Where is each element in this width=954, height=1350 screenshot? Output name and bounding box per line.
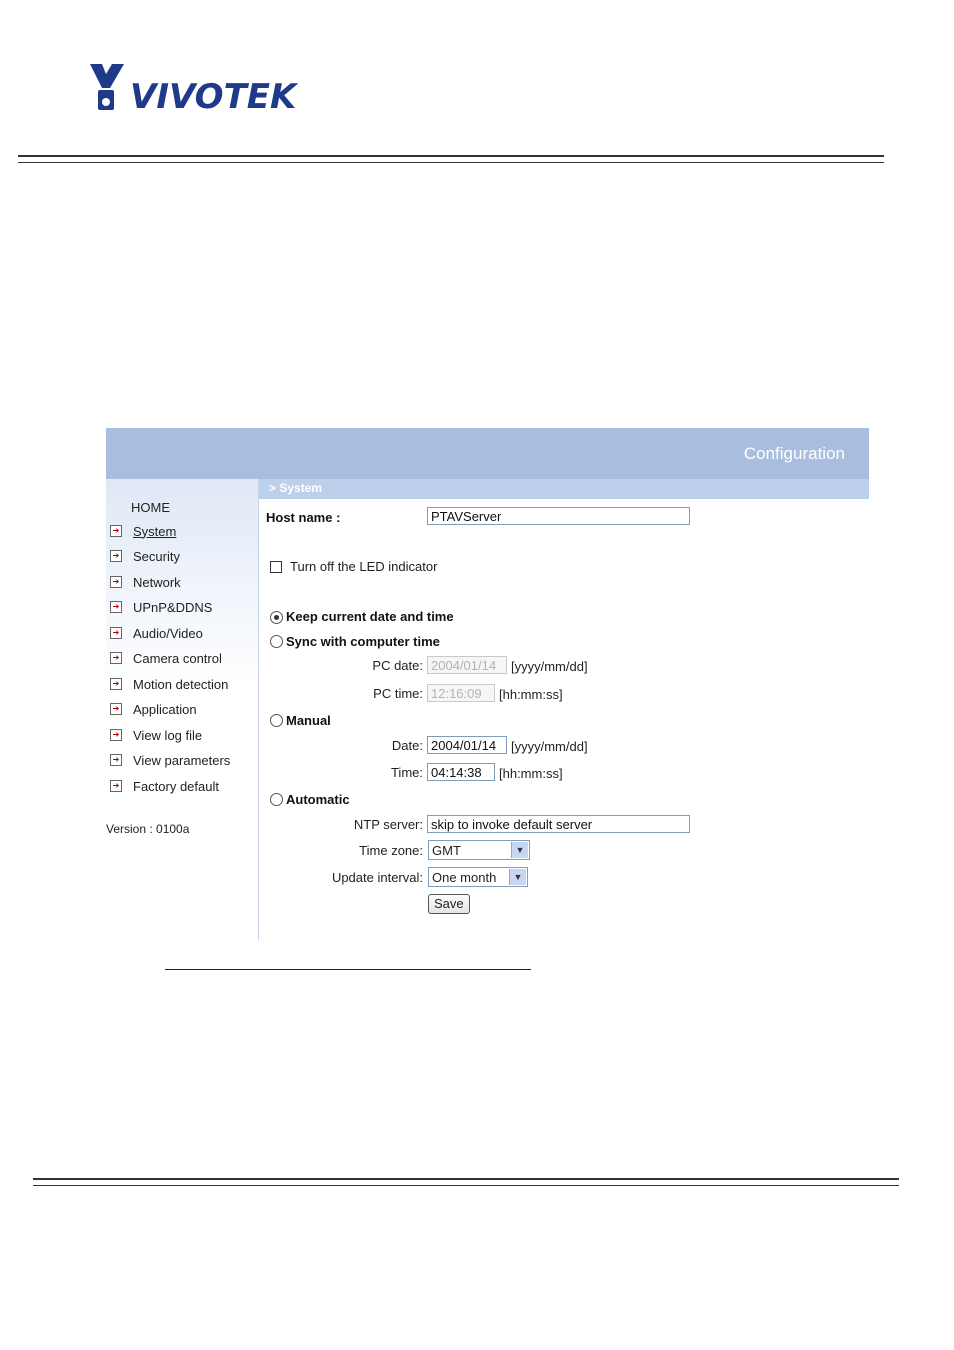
date-label: Date: (391, 738, 423, 753)
arrow-icon: ➔ (110, 754, 122, 766)
led-label: Turn off the LED indicator (290, 559, 438, 574)
sync-time-radio[interactable] (270, 635, 283, 648)
title-bar: Configuration (106, 428, 869, 479)
time-input[interactable]: 04:14:38 (427, 763, 495, 781)
sync-time-label: Sync with computer time (286, 634, 440, 649)
sidebar-item-application[interactable]: ➔ Application (110, 699, 197, 719)
time-zone-select[interactable]: GMT ▼ (428, 840, 530, 860)
manual-label: Manual (286, 713, 331, 728)
arrow-icon: ➔ (110, 601, 122, 613)
sidebar-item-security[interactable]: ➔ Security (110, 546, 180, 566)
sidebar-home-link[interactable]: HOME (131, 500, 170, 515)
ntp-server-label: NTP server: (353, 817, 423, 832)
version-text: Version : 0100a (106, 822, 190, 836)
time-zone-value: GMT (432, 842, 461, 858)
footer-divider (33, 1178, 899, 1186)
sidebar-item-network[interactable]: ➔ Network (110, 572, 181, 592)
breadcrumb: > System (259, 479, 869, 499)
sidebar-item-camera-control[interactable]: ➔ Camera control (110, 648, 222, 668)
sidebar-item-view-parameters[interactable]: ➔ View parameters (110, 750, 230, 770)
chevron-down-icon: ▼ (511, 842, 528, 858)
time-format: [hh:mm:ss] (499, 766, 563, 781)
automatic-label: Automatic (286, 792, 350, 807)
arrow-icon: ➔ (110, 576, 122, 588)
date-format: [yyyy/mm/dd] (511, 739, 588, 754)
configuration-window: Configuration > System HOME ➔ System ➔ Sec… (106, 428, 869, 940)
pc-date-input[interactable]: 2004/01/14 (427, 656, 507, 674)
sidebar-item-system[interactable]: ➔ System (110, 521, 176, 541)
arrow-icon: ➔ (110, 780, 122, 792)
time-label: Time: (390, 765, 423, 780)
sidebar-item-upnp-ddns[interactable]: ➔ UPnP&DDNS (110, 597, 212, 617)
pc-date-label: PC date: (372, 658, 423, 673)
host-name-input[interactable]: PTAVServer (427, 507, 690, 525)
manual-radio[interactable] (270, 714, 283, 727)
led-checkbox[interactable] (270, 561, 282, 573)
header-divider (18, 155, 884, 163)
brand-name: VIVOTEK (130, 77, 298, 114)
chevron-down-icon: ▼ (509, 869, 526, 885)
pc-time-input[interactable]: 12:16:09 (427, 684, 495, 702)
keep-time-label: Keep current date and time (286, 609, 454, 624)
arrow-icon: ➔ (110, 652, 122, 664)
breadcrumb-text: > System (269, 481, 323, 495)
sidebar-item-factory-default[interactable]: ➔ Factory default (110, 776, 219, 796)
update-interval-select[interactable]: One month ▼ (428, 867, 528, 887)
pc-date-format: [yyyy/mm/dd] (511, 659, 588, 674)
update-interval-label: Update interval: (331, 870, 423, 885)
time-zone-label: Time zone: (359, 843, 423, 858)
arrow-icon: ➔ (110, 627, 122, 639)
arrow-icon: ➔ (110, 729, 122, 741)
date-input[interactable]: 2004/01/14 (427, 736, 507, 754)
arrow-icon: ➔ (110, 525, 122, 537)
pc-time-label: PC time: (373, 686, 423, 701)
sidebar-item-audio-video[interactable]: ➔ Audio/Video (110, 623, 203, 643)
keep-time-radio[interactable] (270, 611, 283, 624)
host-name-label: Host name : (266, 510, 341, 525)
arrow-icon: ➔ (110, 703, 122, 715)
sidebar-item-view-log-file[interactable]: ➔ View log file (110, 725, 202, 745)
pc-time-format: [hh:mm:ss] (499, 687, 563, 702)
page-title: Configuration (743, 444, 845, 463)
save-button[interactable]: Save (428, 894, 470, 914)
vivotek-logo: VIVOTEK (90, 64, 298, 114)
sidebar-item-motion-detection[interactable]: ➔ Motion detection (110, 674, 228, 694)
caption-divider (165, 969, 531, 970)
arrow-icon: ➔ (110, 678, 122, 690)
update-interval-value: One month (432, 869, 497, 885)
automatic-radio[interactable] (270, 793, 283, 806)
ntp-server-input[interactable]: skip to invoke default server (427, 815, 690, 833)
arrow-icon: ➔ (110, 550, 122, 562)
